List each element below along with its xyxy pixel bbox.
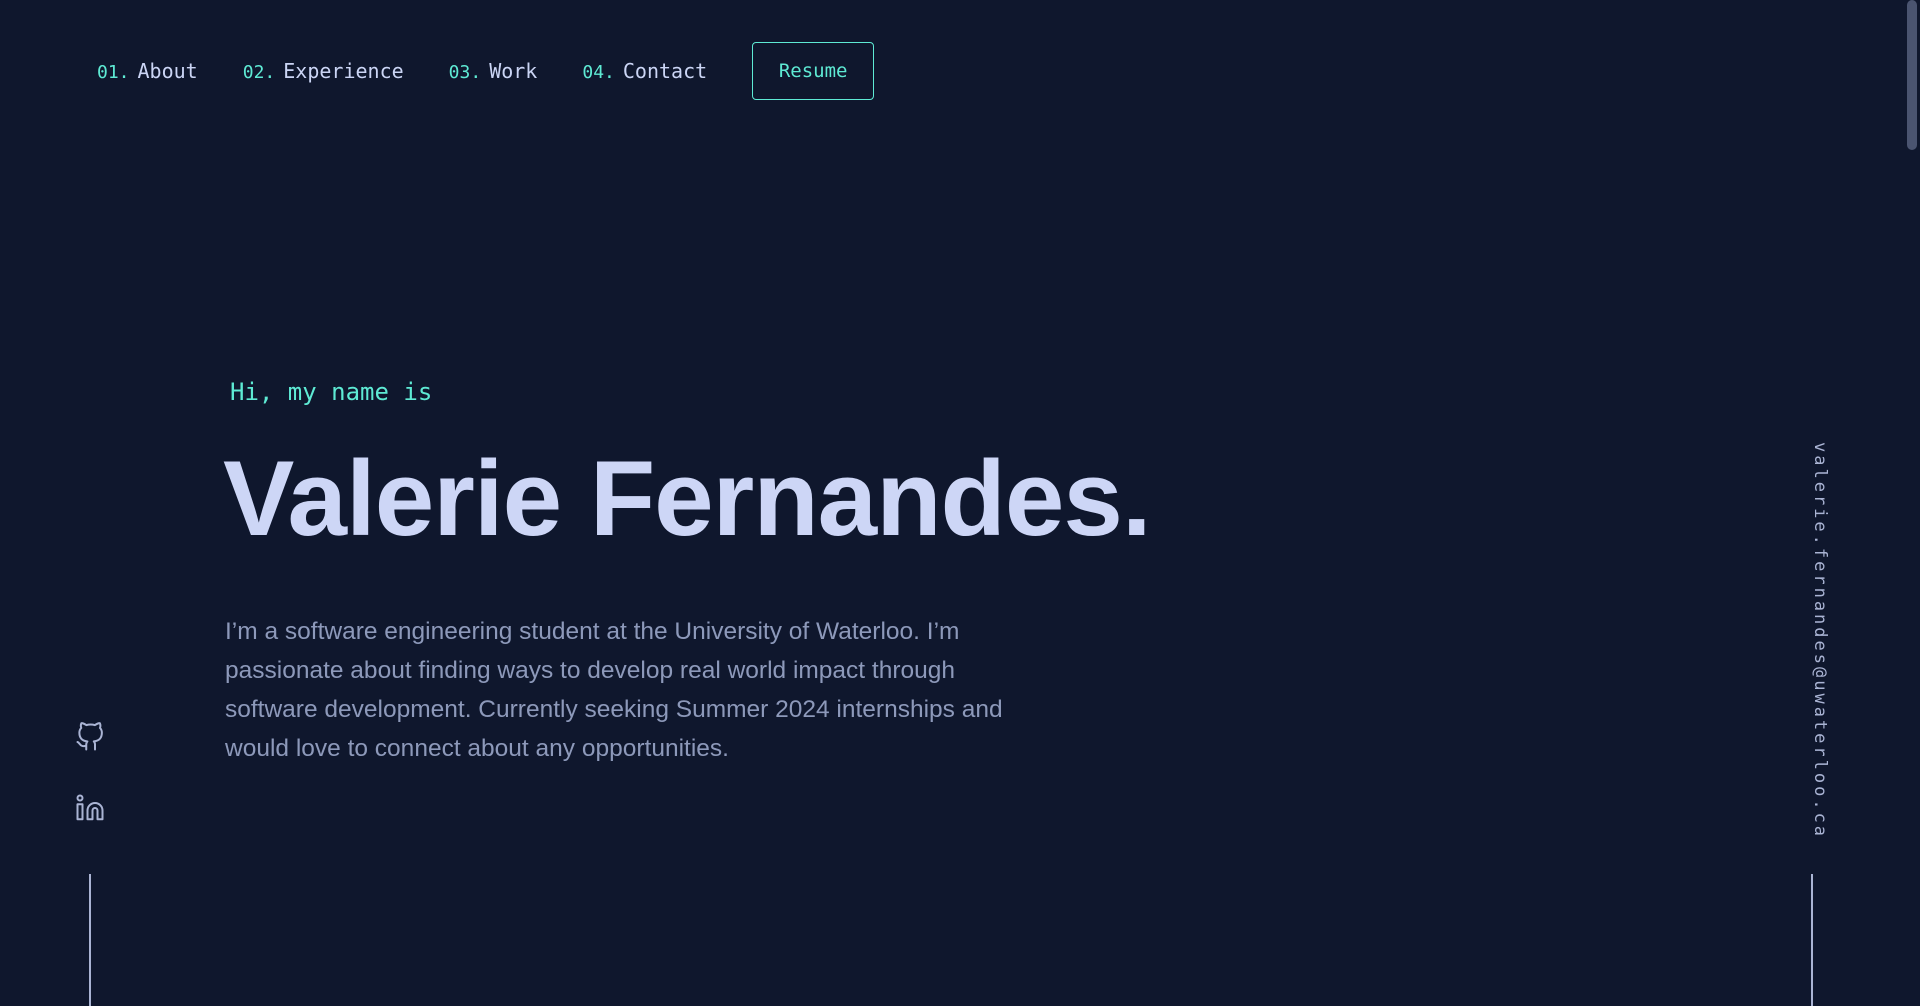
scrollbar-thumb[interactable] xyxy=(1907,0,1917,150)
nav-number: 04. xyxy=(582,62,615,83)
linkedin-icon xyxy=(76,794,104,821)
nav-number: 02. xyxy=(242,62,276,83)
left-vertical-line xyxy=(89,874,91,1006)
email-link[interactable]: valerie.fernandes@uwaterloo.ca xyxy=(1810,442,1830,839)
nav-label: Work xyxy=(489,59,538,83)
nav-item-about[interactable]: 01. About xyxy=(97,59,198,83)
github-icon xyxy=(76,722,103,751)
nav-number: 01. xyxy=(97,62,130,83)
github-link[interactable] xyxy=(74,721,106,753)
main-nav: 01. About 02. Experience 03. Work 04. Contac… xyxy=(97,42,875,100)
hero-bio: I’m a software engineering student at th… xyxy=(225,618,1003,762)
right-vertical-line xyxy=(1811,874,1813,1006)
linkedin-link[interactable] xyxy=(74,792,106,824)
hero-greeting: Hi, my name is xyxy=(230,378,433,406)
nav-item-experience[interactable]: 02. Experience xyxy=(243,59,404,83)
hero-name: Valerie Fernandes. xyxy=(223,438,1152,558)
nav-label: About xyxy=(137,59,198,83)
nav-label: Contact xyxy=(622,59,708,83)
nav-item-contact[interactable]: 04. Contact xyxy=(582,59,707,83)
resume-button[interactable]: Resume xyxy=(752,42,875,100)
nav-item-work[interactable]: 03. Work xyxy=(449,59,538,83)
scrollbar[interactable] xyxy=(1904,0,1920,1006)
nav-label: Experience xyxy=(283,59,404,83)
nav-number: 03. xyxy=(448,62,482,83)
